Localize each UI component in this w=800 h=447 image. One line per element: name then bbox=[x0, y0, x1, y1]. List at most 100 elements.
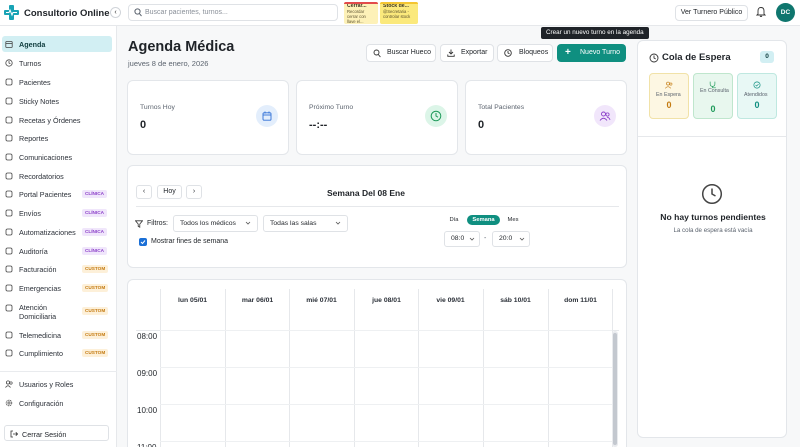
logout-button[interactable]: Cerrar Sesión bbox=[4, 425, 109, 441]
users-icon bbox=[664, 81, 673, 89]
sidebar-item-label: Usuarios y Roles bbox=[19, 380, 74, 389]
clock-icon bbox=[5, 59, 13, 67]
search-slot-label: Buscar Hueco bbox=[387, 49, 431, 56]
today-button[interactable]: Hoy bbox=[157, 185, 182, 199]
stat-label: Turnos Hoy bbox=[140, 104, 175, 111]
day-column-divider bbox=[289, 289, 290, 447]
stat-icon-circle bbox=[256, 105, 278, 127]
current-date: jueves 8 de enero, 2026 bbox=[128, 59, 209, 68]
video-icon bbox=[5, 331, 13, 339]
day-column-divider bbox=[354, 289, 355, 447]
day-header: sáb 10/01 bbox=[500, 297, 531, 304]
view-week-button[interactable]: Semana bbox=[467, 215, 500, 225]
prescription-icon bbox=[5, 116, 13, 124]
day-column-divider bbox=[418, 289, 419, 447]
end-time-value: 20:0 bbox=[499, 235, 513, 242]
gear-icon bbox=[5, 399, 13, 407]
sidebar-item-recetas-y-órdenes[interactable]: Recetas y Órdenes bbox=[2, 112, 112, 128]
emergency-icon bbox=[5, 284, 13, 292]
doctor-filter-select[interactable]: Todos los médicos bbox=[173, 215, 258, 232]
users-icon bbox=[5, 78, 13, 86]
show-weekends-checkbox[interactable] bbox=[139, 238, 147, 246]
sidebar-item-emergencias[interactable]: Emergencias CUSTOM bbox=[2, 280, 112, 296]
doctor-filter-value: Todos los médicos bbox=[180, 220, 236, 227]
sidebar-item-turnos[interactable]: Turnos bbox=[2, 55, 112, 71]
hour-label: 09:00 bbox=[137, 369, 158, 378]
sidebar-item-label: Pacientes bbox=[19, 78, 51, 87]
hour-label: 10:00 bbox=[137, 406, 158, 415]
sidebar-item-recordatorios[interactable]: Recordatorios bbox=[2, 168, 112, 184]
sidebar-item-label: Sticky Notes bbox=[19, 97, 59, 106]
collapse-sidebar-button[interactable]: ‹ bbox=[110, 7, 121, 18]
next-week-button[interactable]: › bbox=[186, 185, 202, 199]
sidebar-item-badge: CUSTOM bbox=[82, 307, 109, 315]
bell-icon[interactable] bbox=[756, 6, 766, 17]
new-appointment-button[interactable]: + Nuevo Turno bbox=[557, 44, 626, 62]
users-roles-icon bbox=[5, 380, 13, 388]
day-header: lun 05/01 bbox=[177, 297, 208, 304]
stat-card-turnos-hoy: Turnos Hoy 0 bbox=[127, 80, 289, 155]
time-separator: - bbox=[484, 235, 487, 242]
start-time-input[interactable]: 08:0 bbox=[444, 231, 480, 247]
dollar-icon bbox=[5, 265, 13, 273]
sidebar-item-label: Reportes bbox=[19, 134, 49, 143]
clock-icon bbox=[504, 49, 512, 57]
search-slot-button[interactable]: Buscar Hueco bbox=[366, 44, 436, 62]
sidebar-item-label: Automatizaciones bbox=[19, 228, 76, 237]
sidebar-item-label: Agenda bbox=[19, 40, 46, 49]
grid-scrollbar[interactable] bbox=[612, 331, 618, 447]
stat-label: Próximo Turno bbox=[309, 104, 354, 111]
sidebar-item-cumplimiento[interactable]: Cumplimiento CUSTOM bbox=[2, 345, 112, 361]
hour-label: 08:00 bbox=[137, 332, 158, 341]
avatar[interactable]: DC bbox=[776, 3, 795, 22]
previous-week-button[interactable]: ‹ bbox=[136, 185, 152, 199]
sidebar-item-badge: CUSTOM bbox=[82, 331, 109, 339]
sidebar-item-reportes[interactable]: Reportes bbox=[2, 130, 112, 146]
check-icon bbox=[140, 240, 146, 245]
scrollbar-thumb[interactable] bbox=[613, 333, 617, 445]
queue-empty-subtitle: La cola de espera está vacía bbox=[673, 227, 753, 234]
view-month-button[interactable]: Mes bbox=[502, 215, 524, 225]
sidebar-item-facturación[interactable]: Facturación CUSTOM bbox=[2, 261, 112, 277]
end-time-input[interactable]: 20:0 bbox=[492, 231, 530, 247]
sidebar-item-envíos[interactable]: Envíos CLÍNICA bbox=[2, 205, 112, 221]
week-title: Semana Del 08 Ene bbox=[327, 188, 405, 198]
filters-label: Filtros: bbox=[147, 220, 168, 227]
queue-attended-box: Atendidos 0 bbox=[737, 73, 777, 119]
sidebar-item-automatizaciones[interactable]: Automatizaciones CLÍNICA bbox=[2, 224, 112, 240]
view-day-button[interactable]: Día bbox=[444, 215, 464, 225]
new-appointment-label: Nuevo Turno bbox=[580, 49, 621, 56]
sidebar-item-badge: CLÍNICA bbox=[82, 209, 108, 217]
queue-empty-title: No hay turnos pendientes bbox=[660, 212, 766, 222]
sidebar-item-label: Facturación bbox=[19, 265, 57, 274]
queue-count-badge: 0 bbox=[760, 51, 774, 63]
room-filter-select[interactable]: Todas las salas bbox=[263, 215, 348, 232]
hour-label: 11:00 bbox=[137, 443, 156, 447]
sidebar-item-badge: CLÍNICA bbox=[82, 247, 108, 255]
export-button[interactable]: Exportar bbox=[440, 44, 494, 62]
sidebar-item-portal-pacientes[interactable]: Portal Pacientes CLÍNICA bbox=[2, 186, 112, 202]
room-filter-value: Todas las salas bbox=[270, 220, 317, 227]
public-turnero-button[interactable]: Ver Turnero Público bbox=[675, 5, 748, 21]
sidebar-item-pacientes[interactable]: Pacientes bbox=[2, 74, 112, 90]
sidebar-item-label: Portal Pacientes bbox=[19, 190, 72, 199]
blocks-button[interactable]: Bloqueos bbox=[497, 44, 553, 62]
sticky-note[interactable]: Cerrar... Recordar cerrar con llave el..… bbox=[344, 2, 378, 24]
export-label: Exportar bbox=[461, 49, 488, 56]
sidebar-item-badge: CUSTOM bbox=[82, 265, 109, 273]
sidebar-item-atención-domiciliaria[interactable]: Atención Domiciliaria CUSTOM bbox=[2, 300, 112, 322]
sidebar-item-auditoría[interactable]: Auditoría CLÍNICA bbox=[2, 243, 112, 259]
sidebar-item-label: Cumplimiento bbox=[19, 349, 63, 358]
sidebar-item-configuracion[interactable]: Configuración bbox=[2, 395, 112, 411]
search-input[interactable]: Buscar pacientes, turnos... bbox=[128, 4, 338, 21]
sidebar-item-agenda[interactable]: Agenda bbox=[2, 36, 112, 52]
plus-icon: + bbox=[565, 47, 571, 58]
sidebar-item-comunicaciones[interactable]: Comunicaciones bbox=[2, 149, 112, 165]
sidebar-item-usuarios-roles[interactable]: Usuarios y Roles bbox=[2, 376, 112, 392]
sticky-note[interactable]: Stock de... @Secretaria - controlar stoc… bbox=[380, 2, 418, 24]
sidebar-item-sticky-notes[interactable]: Sticky Notes bbox=[2, 93, 112, 109]
sidebar-item-telemedicina[interactable]: Telemedicina CUSTOM bbox=[2, 327, 112, 343]
filter-icon bbox=[135, 220, 143, 228]
day-header: jue 08/01 bbox=[372, 297, 401, 304]
sidebar-item-badge: CUSTOM bbox=[82, 284, 109, 292]
